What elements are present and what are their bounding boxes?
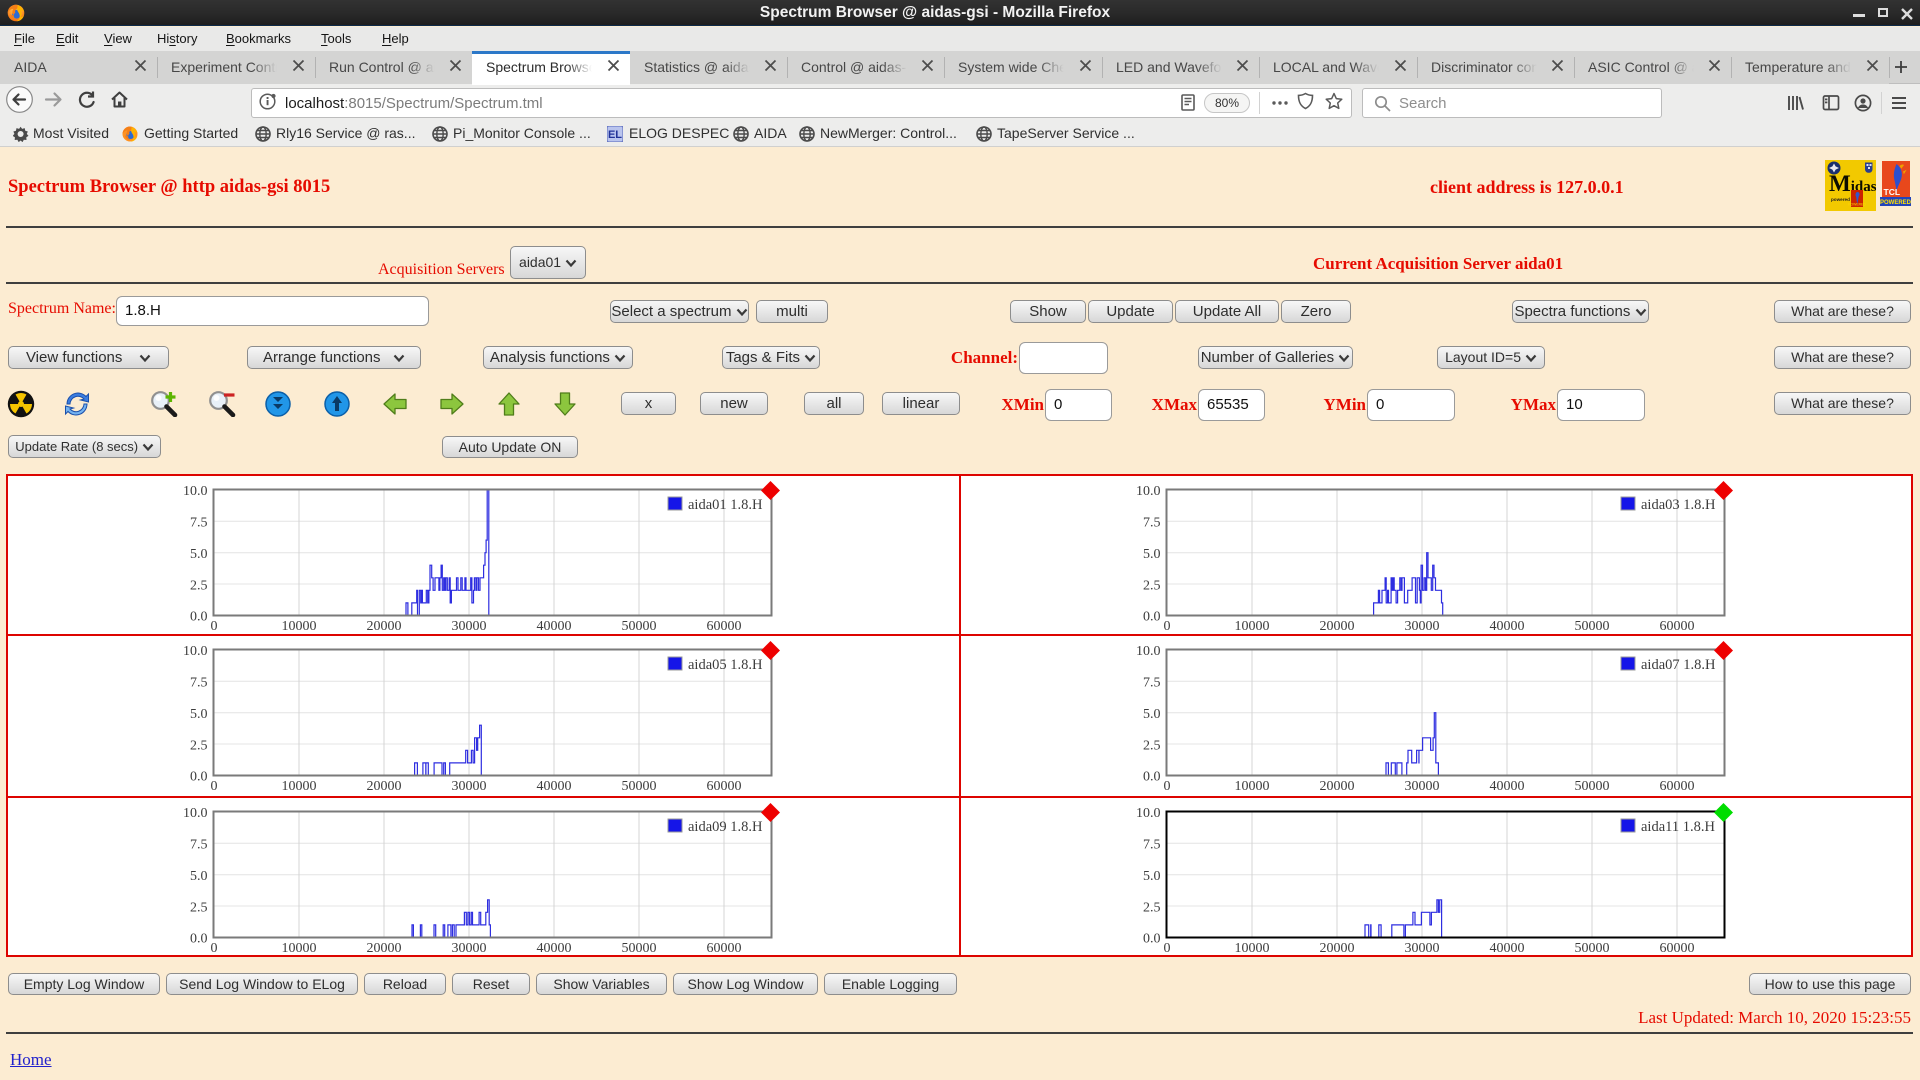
svg-text:7.5: 7.5 xyxy=(190,676,208,691)
svg-text:40000: 40000 xyxy=(1490,941,1525,956)
svg-text:aida07 1.8.H: aida07 1.8.H xyxy=(1641,657,1716,673)
svg-text:60000: 60000 xyxy=(707,779,742,794)
svg-text:10.0: 10.0 xyxy=(1136,484,1161,499)
svg-text:10.0: 10.0 xyxy=(183,484,208,499)
svg-text:20000: 20000 xyxy=(1320,779,1355,794)
svg-text:aida01 1.8.H: aida01 1.8.H xyxy=(688,497,763,513)
svg-text:0.0: 0.0 xyxy=(190,931,208,946)
svg-text:50000: 50000 xyxy=(622,941,657,956)
svg-text:60000: 60000 xyxy=(1660,619,1695,634)
svg-text:10000: 10000 xyxy=(282,779,317,794)
svg-text:60000: 60000 xyxy=(707,941,742,956)
svg-text:EL: EL xyxy=(608,129,622,141)
svg-text:aida09 1.8.H: aida09 1.8.H xyxy=(688,819,763,835)
svg-text:10.0: 10.0 xyxy=(1136,806,1161,821)
svg-text:30000: 30000 xyxy=(452,619,487,634)
svg-text:0: 0 xyxy=(1164,941,1171,956)
svg-text:POWERED: POWERED xyxy=(1848,203,1866,207)
svg-text:POWERED: POWERED xyxy=(1880,200,1912,206)
svg-text:40000: 40000 xyxy=(537,619,572,634)
svg-text:2.5: 2.5 xyxy=(1143,578,1161,593)
svg-text:30000: 30000 xyxy=(1405,779,1440,794)
svg-text:5.0: 5.0 xyxy=(190,707,208,722)
svg-text:10.0: 10.0 xyxy=(183,644,208,659)
svg-text:40000: 40000 xyxy=(1490,779,1525,794)
svg-text:2.5: 2.5 xyxy=(190,900,208,915)
svg-text:10.0: 10.0 xyxy=(183,806,208,821)
svg-text:5.0: 5.0 xyxy=(1143,547,1161,562)
svg-text:0: 0 xyxy=(211,619,218,634)
svg-text:2.5: 2.5 xyxy=(190,578,208,593)
svg-text:30000: 30000 xyxy=(1405,619,1440,634)
svg-text:20000: 20000 xyxy=(1320,619,1355,634)
svg-text:2.5: 2.5 xyxy=(1143,900,1161,915)
svg-text:5.0: 5.0 xyxy=(1143,869,1161,884)
svg-text:7.5: 7.5 xyxy=(190,838,208,853)
svg-text:50000: 50000 xyxy=(1575,779,1610,794)
svg-text:0.0: 0.0 xyxy=(1143,931,1161,946)
svg-text:50000: 50000 xyxy=(1575,941,1610,956)
svg-text:20000: 20000 xyxy=(367,941,402,956)
svg-text:0.0: 0.0 xyxy=(190,609,208,624)
svg-text:2.5: 2.5 xyxy=(1143,738,1161,753)
svg-text:50000: 50000 xyxy=(622,779,657,794)
svg-text:0: 0 xyxy=(211,941,218,956)
svg-text:40000: 40000 xyxy=(537,941,572,956)
svg-text:0: 0 xyxy=(1164,779,1171,794)
svg-text:30000: 30000 xyxy=(452,941,487,956)
svg-text:TCL: TCL xyxy=(1884,187,1901,197)
svg-text:5.0: 5.0 xyxy=(190,547,208,562)
svg-text:30000: 30000 xyxy=(1405,941,1440,956)
svg-text:0.0: 0.0 xyxy=(1143,769,1161,784)
svg-text:20000: 20000 xyxy=(367,619,402,634)
svg-text:50000: 50000 xyxy=(1575,619,1610,634)
svg-text:aida05 1.8.H: aida05 1.8.H xyxy=(688,657,763,673)
svg-text:aida03 1.8.H: aida03 1.8.H xyxy=(1641,497,1716,513)
svg-text:40000: 40000 xyxy=(1490,619,1525,634)
svg-text:0.0: 0.0 xyxy=(1143,609,1161,624)
svg-text:7.5: 7.5 xyxy=(1143,516,1161,531)
svg-text:0.0: 0.0 xyxy=(190,769,208,784)
svg-text:10000: 10000 xyxy=(1235,779,1270,794)
svg-text:aida11 1.8.H: aida11 1.8.H xyxy=(1641,819,1715,835)
svg-text:10000: 10000 xyxy=(282,941,317,956)
svg-text:5.0: 5.0 xyxy=(190,869,208,884)
svg-text:7.5: 7.5 xyxy=(1143,838,1161,853)
svg-text:60000: 60000 xyxy=(707,619,742,634)
svg-text:60000: 60000 xyxy=(1660,941,1695,956)
svg-text:20000: 20000 xyxy=(1320,941,1355,956)
svg-text:10.0: 10.0 xyxy=(1136,644,1161,659)
svg-text:20000: 20000 xyxy=(367,779,402,794)
svg-text:30000: 30000 xyxy=(452,779,487,794)
svg-text:40000: 40000 xyxy=(537,779,572,794)
svg-text:60000: 60000 xyxy=(1660,779,1695,794)
svg-text:50000: 50000 xyxy=(622,619,657,634)
svg-text:2.5: 2.5 xyxy=(190,738,208,753)
svg-text:0: 0 xyxy=(211,779,218,794)
svg-text:5.0: 5.0 xyxy=(1143,707,1161,722)
svg-text:10000: 10000 xyxy=(1235,941,1270,956)
svg-text:10000: 10000 xyxy=(1235,619,1270,634)
svg-text:7.5: 7.5 xyxy=(1143,676,1161,691)
svg-text:10000: 10000 xyxy=(282,619,317,634)
svg-text:0: 0 xyxy=(1164,619,1171,634)
svg-text:7.5: 7.5 xyxy=(190,516,208,531)
